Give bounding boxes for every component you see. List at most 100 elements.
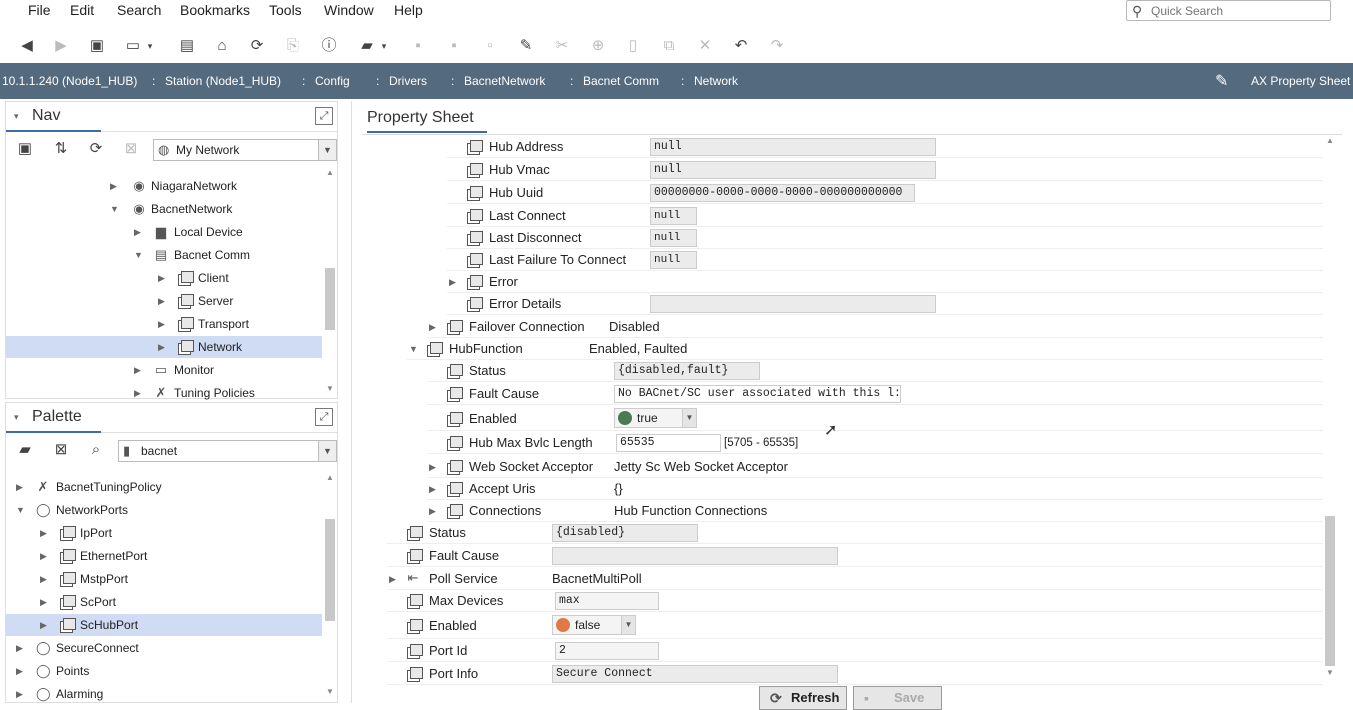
palette-item-alarming[interactable]: ▶ ◯ Alarming <box>6 683 322 702</box>
open-folder-icon[interactable]: ▰ <box>356 36 378 56</box>
menu-help[interactable]: Help <box>394 2 423 18</box>
pencil-icon[interactable]: ✎ <box>1215 71 1228 91</box>
hub-address-field[interactable]: null <box>650 138 936 156</box>
breadcrumb-bacnetnetwork[interactable]: BacnetNetwork <box>464 74 545 88</box>
copy-icon[interactable]: ⊕ <box>587 36 609 56</box>
breadcrumb-config[interactable]: Config <box>315 74 350 88</box>
refresh-icon[interactable]: ⟳ <box>85 139 107 159</box>
breadcrumb-network[interactable]: Network <box>694 74 738 88</box>
expand-icon[interactable]: ▶ <box>429 316 436 338</box>
save-button[interactable]: ▪ Save <box>853 686 942 710</box>
module-select[interactable]: ▮ bacnet ▼ <box>118 440 337 462</box>
hub-fault-cause-field[interactable]: No BACnet/SC user associated with this l… <box>614 385 901 403</box>
edit-doc-icon[interactable]: ✎ <box>515 36 537 56</box>
view-selector[interactable]: AX Property Sheet <box>1251 74 1350 88</box>
expand-icon[interactable]: ▶ <box>429 478 436 500</box>
max-devices-field[interactable]: max <box>555 592 659 610</box>
tree-item-transport[interactable]: ▶ Transport <box>6 313 322 335</box>
nav-scrollbar[interactable]: ▲ ▼ <box>324 168 336 398</box>
prop-last-disconnect[interactable]: Last Disconnect null <box>447 227 1323 249</box>
tree-item-tuning-policies[interactable]: ▶ ✗ Tuning Policies <box>6 382 322 401</box>
fault-cause-field[interactable] <box>552 547 838 565</box>
enabled-select[interactable]: false ▼ <box>552 615 636 635</box>
tree-item-server[interactable]: ▶ Server <box>6 290 322 312</box>
prop-fault-cause[interactable]: Fault Cause <box>387 545 1323 567</box>
menu-search[interactable]: Search <box>117 2 161 18</box>
tree-item-bacnetnetwork[interactable]: ▼ ◉ BacnetNetwork <box>6 198 322 220</box>
expand-icon[interactable]: ▶ <box>389 568 396 590</box>
prop-hub-uuid[interactable]: Hub Uuid 00000000-0000-0000-0000-0000000… <box>447 182 1323 204</box>
prop-status[interactable]: Status {disabled} <box>387 522 1323 544</box>
duplicate-icon[interactable]: ⧉ <box>658 36 680 56</box>
tree-item-local-device[interactable]: ▶ ▆ Local Device <box>6 221 322 243</box>
palette-item-scport[interactable]: ▶ ScPort <box>6 591 322 613</box>
prop-hub-status[interactable]: Status {disabled,fault} <box>427 360 1323 382</box>
breadcrumb-station[interactable]: Station (Node1_HUB) <box>165 74 281 88</box>
port-info-field[interactable]: Secure Connect <box>552 665 838 683</box>
find-icon[interactable]: ⌕ <box>85 440 107 460</box>
export-icon[interactable]: ▫ <box>479 36 501 56</box>
side-bar-dropdown-icon[interactable]: ▾ <box>144 36 156 56</box>
forward-icon[interactable]: ▶ <box>50 36 72 56</box>
close-icon[interactable]: ⊠ <box>50 440 72 460</box>
breadcrumb-drivers[interactable]: Drivers <box>389 74 427 88</box>
collapse-icon[interactable]: ▾ <box>14 106 19 126</box>
hub-enabled-select[interactable]: true ▼ <box>614 408 697 428</box>
up-folder-icon[interactable]: ▣ <box>86 36 108 56</box>
palette-item-schubport[interactable]: ▶ ScHubPort <box>6 614 322 636</box>
open-dropdown-icon[interactable]: ▾ <box>378 36 390 56</box>
delete-icon[interactable]: ✕ <box>694 36 716 56</box>
palette-scrollbar[interactable]: ▲ ▼ <box>324 469 336 701</box>
prop-connections[interactable]: ▶ Connections Hub Function Connections <box>427 500 1323 522</box>
close-icon[interactable]: ⊠ <box>120 139 142 159</box>
tree-item-monitor[interactable]: ▶ ▭ Monitor <box>6 359 322 381</box>
tree-item-client[interactable]: ▶ Client <box>6 267 322 289</box>
prop-hub-enabled[interactable]: Enabled true ▼ <box>427 406 1323 431</box>
prop-max-devices[interactable]: Max Devices max <box>387 590 1323 612</box>
prop-web-socket-acceptor[interactable]: ▶ Web Socket Acceptor Jetty Sc Web Socke… <box>427 456 1323 478</box>
menu-edit[interactable]: Edit <box>70 2 94 18</box>
tree-item-bacnet-comm[interactable]: ▼ ▤ Bacnet Comm <box>6 244 322 266</box>
redo-icon[interactable]: ↷ <box>766 36 788 56</box>
menu-bookmarks[interactable]: Bookmarks <box>180 2 250 18</box>
menu-window[interactable]: Window <box>324 2 374 18</box>
sync-icon[interactable]: ⇅ <box>50 139 72 159</box>
prop-failover-connection[interactable]: ▶ Failover Connection Disabled <box>427 316 1323 338</box>
prop-last-failure[interactable]: Last Failure To Connect null <box>447 249 1323 271</box>
prop-hubfunction[interactable]: ▼ HubFunction Enabled, Faulted <box>407 338 1323 360</box>
prop-hub-max-bvlc-length[interactable]: Hub Max Bvlc Length 65535 [5705 - 65535] <box>427 432 1323 454</box>
error-details-field[interactable] <box>650 295 936 313</box>
breadcrumb-bacnet-comm[interactable]: Bacnet Comm <box>583 74 659 88</box>
paste-icon[interactable]: ▯ <box>622 36 644 56</box>
prop-error[interactable]: ▶ Error <box>447 271 1323 293</box>
refresh-icon[interactable]: ⟳ <box>246 36 268 56</box>
breadcrumb-host[interactable]: 10.1.1.240 (Node1_HUB) <box>2 74 137 88</box>
prop-port-info[interactable]: Port Info Secure Connect <box>387 663 1323 685</box>
palette-item-bacnettuningpolicy[interactable]: ▶ ✗ BacnetTuningPolicy <box>6 476 322 498</box>
prop-hub-vmac[interactable]: Hub Vmac null <box>447 159 1323 181</box>
quick-search-box[interactable]: ⚲ <box>1126 0 1331 21</box>
quick-search-input[interactable] <box>1151 3 1326 19</box>
hub-max-bvlc-length-field[interactable]: 65535 <box>616 434 721 452</box>
prop-enabled[interactable]: Enabled false ▼ <box>387 613 1323 639</box>
clipboard-icon[interactable]: ⎘ <box>282 36 304 56</box>
hub-uuid-field[interactable]: 00000000-0000-0000-0000-000000000000 <box>650 184 915 202</box>
back-icon[interactable]: ◀ <box>16 36 38 56</box>
palette-item-ethernetport[interactable]: ▶ EthernetPort <box>6 545 322 567</box>
tab-property-sheet[interactable]: Property Sheet <box>367 101 487 133</box>
palette-item-ipport[interactable]: ▶ IpPort <box>6 522 322 544</box>
maximize-icon[interactable]: ⤢ <box>315 408 333 426</box>
palette-scroll-thumb[interactable] <box>325 519 335 621</box>
chevron-down-icon[interactable]: ▼ <box>318 441 336 461</box>
expand-icon[interactable]: ▶ <box>449 271 456 293</box>
collapse-icon[interactable]: ▼ <box>409 338 418 360</box>
chevron-down-icon[interactable]: ▼ <box>318 140 336 160</box>
network-select[interactable]: ◍ My Network ▼ <box>153 139 337 161</box>
port-id-field[interactable]: 2 <box>555 642 659 660</box>
menu-tools[interactable]: Tools <box>269 2 302 18</box>
save-icon[interactable]: ▪ <box>407 36 429 56</box>
nav-scroll-thumb[interactable] <box>325 268 335 330</box>
side-bar-icon[interactable]: ▭ <box>122 36 144 56</box>
maximize-icon[interactable]: ⤢ <box>315 107 333 125</box>
cut-icon[interactable]: ✂ <box>551 36 573 56</box>
